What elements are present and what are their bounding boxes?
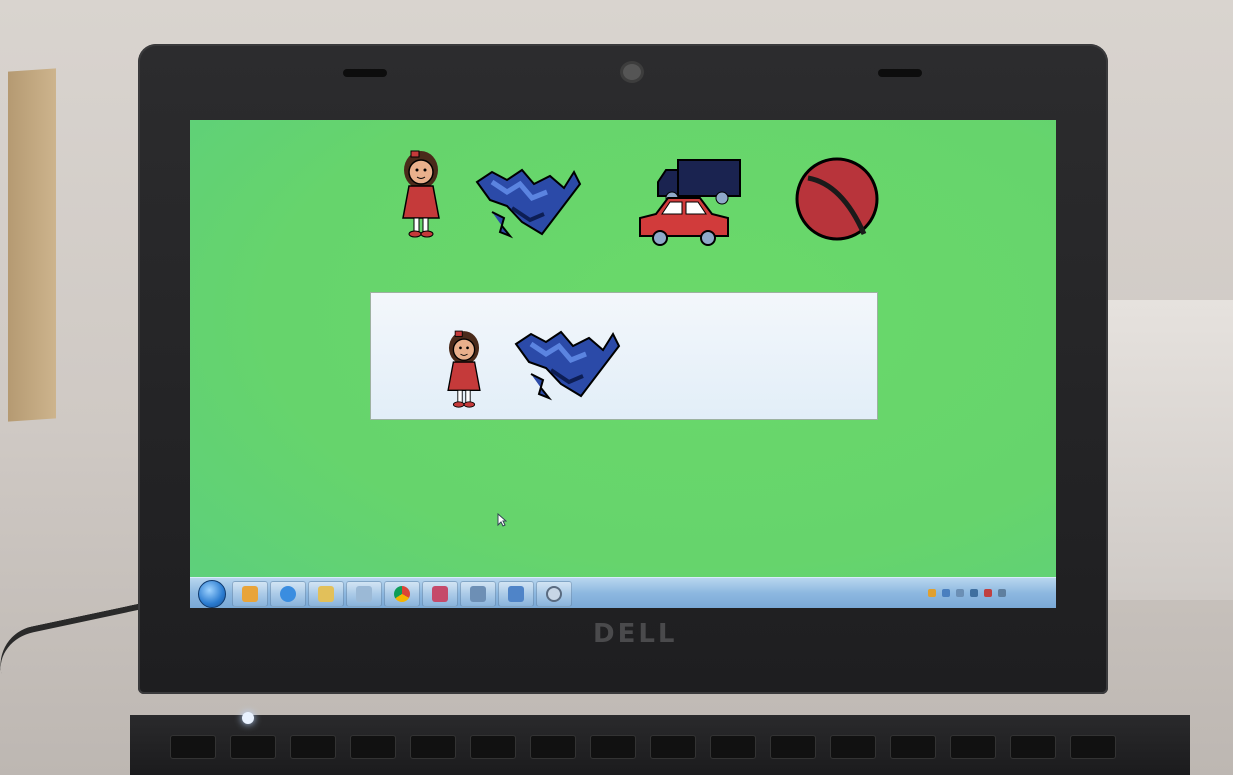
start-button[interactable]: [198, 580, 226, 608]
puzzle-icon[interactable]: [472, 162, 582, 240]
taskbar: [190, 577, 1056, 608]
media-player-icon[interactable]: [232, 581, 268, 607]
search-app-icon[interactable]: [536, 581, 572, 607]
laptop-keyboard: [130, 715, 1190, 775]
power-button[interactable]: [242, 712, 254, 724]
speaker-slot: [343, 69, 387, 77]
internet-explorer-icon[interactable]: [270, 581, 306, 607]
volume-icon[interactable]: [998, 589, 1006, 597]
tray-icon[interactable]: [942, 589, 950, 597]
laptop-screen: [190, 120, 1056, 608]
mouse-cursor-icon: [497, 513, 507, 527]
webcam-icon: [623, 64, 641, 80]
wall-board: [8, 68, 56, 422]
tray-icon[interactable]: [984, 589, 992, 597]
network-icon[interactable]: [970, 589, 978, 597]
toy-car-truck-icon[interactable]: [636, 156, 744, 246]
background-box: [1093, 300, 1233, 600]
notes-icon[interactable]: [346, 581, 382, 607]
dell-logo: DELL: [593, 619, 678, 649]
sentence-strip[interactable]: [370, 292, 878, 420]
speaker-slot: [878, 69, 922, 77]
file-explorer-icon[interactable]: [308, 581, 344, 607]
puzzle-icon[interactable]: [511, 323, 621, 403]
doll-icon[interactable]: [395, 148, 447, 242]
tray-icon[interactable]: [928, 589, 936, 597]
tray-icon[interactable]: [956, 589, 964, 597]
chrome-icon[interactable]: [384, 581, 420, 607]
app-icon[interactable]: [460, 581, 496, 607]
picture-app-icon[interactable]: [498, 581, 534, 607]
ball-icon[interactable]: [794, 156, 880, 242]
doll-icon[interactable]: [441, 327, 487, 413]
app-icon[interactable]: [422, 581, 458, 607]
system-tray: [868, 581, 1048, 605]
